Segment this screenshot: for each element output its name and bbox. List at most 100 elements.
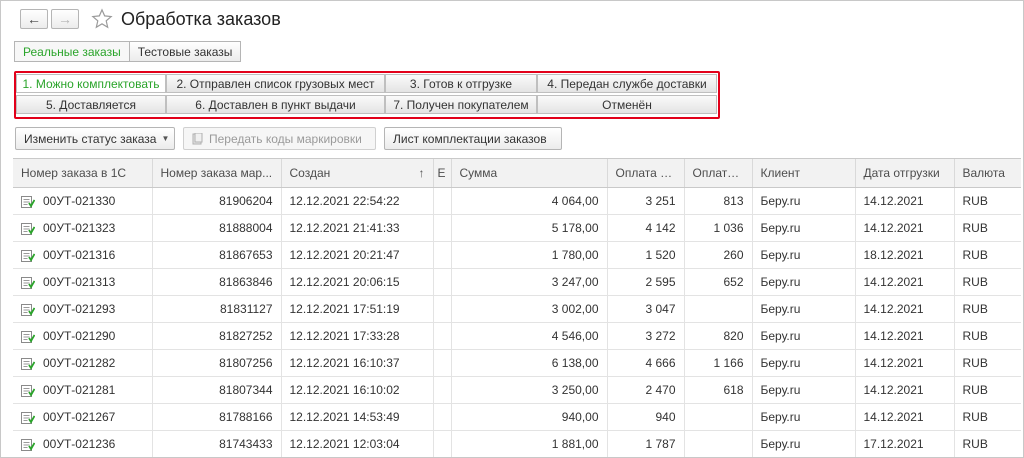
table-cell: 81827252: [152, 322, 282, 350]
cell-value: Беру.ru: [760, 356, 801, 370]
table-cell: Беру.ru: [752, 376, 856, 404]
table-row[interactable]: 00УТ-021313 81863846 12.12.2021 20:06:15 3 …: [13, 268, 1021, 296]
cell-value: 1 520: [645, 248, 676, 262]
document-posted-icon: [21, 276, 35, 289]
table-cell: 81831127: [152, 295, 282, 323]
column-header[interactable]: Дата отгрузки: [855, 159, 955, 188]
table-cell: 1 166: [684, 349, 753, 377]
status-filter-2[interactable]: 2. Отправлен список грузовых мест: [166, 74, 385, 93]
table-cell: 3 002,00: [451, 295, 608, 323]
cell-value: 12.12.2021 17:33:28: [289, 329, 400, 343]
table-cell: 12.12.2021 14:53:49: [281, 403, 434, 431]
column-header[interactable]: Валюта: [954, 159, 1021, 188]
cell-value: 81831127: [220, 302, 273, 316]
status-filter-cancelled[interactable]: Отменён: [537, 95, 717, 114]
cell-value: 00УТ-021267: [43, 410, 116, 424]
table-row[interactable]: 00УТ-021323 81888004 12.12.2021 21:41:33 5 …: [13, 214, 1021, 242]
cell-value: 1 787: [645, 437, 676, 451]
table-cell: 81906204: [152, 187, 282, 215]
cell-value: 1 780,00: [551, 248, 599, 262]
table-cell: RUB: [954, 187, 1021, 215]
table-cell: RUB: [954, 241, 1021, 269]
cell-value: 6 138,00: [551, 356, 599, 370]
cell-value: 2 595: [645, 275, 676, 289]
column-header[interactable]: Номер заказа мар...: [152, 159, 282, 188]
cell-value: 3 250,00: [551, 383, 599, 397]
table-cell: 14.12.2021: [855, 349, 955, 377]
tab-real-orders[interactable]: Реальные заказы: [14, 41, 130, 62]
table-cell: 81788166: [152, 403, 282, 431]
table-row[interactable]: 00УТ-021293 81831127 12.12.2021 17:51:19 3 …: [13, 295, 1021, 323]
star-icon[interactable]: [91, 8, 113, 30]
picking-list-button[interactable]: Лист комплектации заказов: [384, 127, 562, 150]
change-status-label: Изменить статус заказа: [24, 131, 157, 146]
orders-table-wrap: Номер заказа в 1С Номер заказа мар... Со…: [13, 158, 1021, 457]
table-cell: [433, 214, 452, 242]
column-header[interactable]: Сумма: [451, 159, 608, 188]
table-cell: 1 780,00: [451, 241, 608, 269]
table-cell: RUB: [954, 349, 1021, 377]
status-filter-7[interactable]: 7. Получен покупателем: [385, 95, 537, 114]
column-header[interactable]: Создан ↑: [281, 159, 434, 188]
tab-test-orders[interactable]: Тестовые заказы: [129, 41, 242, 62]
table-cell: [433, 349, 452, 377]
table-cell: 12.12.2021 12:03:04: [281, 430, 434, 457]
change-status-button[interactable]: Изменить статус заказа ▼: [15, 127, 175, 150]
table-cell: 3 251: [607, 187, 685, 215]
cell-value: 813: [723, 194, 744, 208]
back-button[interactable]: ←: [20, 9, 48, 29]
table-row[interactable]: 00УТ-021316 81867653 12.12.2021 20:21:47 1 …: [13, 241, 1021, 269]
cell-value: 4 142: [645, 221, 676, 235]
table-cell: 12.12.2021 17:51:19: [281, 295, 434, 323]
cell-value: 12.12.2021 21:41:33: [289, 221, 400, 235]
table-cell: 1 787: [607, 430, 685, 457]
cell-value: 12.12.2021 16:10:37: [289, 356, 400, 370]
table-cell: 260: [684, 241, 753, 269]
table-row[interactable]: 00УТ-021282 81807256 12.12.2021 16:10:37 6 …: [13, 349, 1021, 377]
table-cell: 81863846: [152, 268, 282, 296]
table-cell: 2 595: [607, 268, 685, 296]
cell-value: 3 047: [645, 302, 676, 316]
cell-value: RUB: [962, 437, 988, 451]
table-row[interactable]: 00УТ-021281 81807344 12.12.2021 16:10:02 3 …: [13, 376, 1021, 404]
status-filter-3[interactable]: 3. Готов к отгрузке: [385, 74, 537, 93]
table-cell: RUB: [954, 430, 1021, 457]
cell-value: 00УТ-021293: [43, 302, 116, 316]
table-row[interactable]: 00УТ-021236 81743433 12.12.2021 12:03:04 1 …: [13, 430, 1021, 457]
cell-value: 940,00: [561, 410, 599, 424]
cell-value: 12.12.2021 12:03:04: [289, 437, 400, 451]
table-cell: 14.12.2021: [855, 322, 955, 350]
table-cell: [433, 241, 452, 269]
status-filter-1[interactable]: 1. Можно комплектовать: [16, 74, 166, 93]
cell-value: Беру.ru: [760, 410, 801, 424]
forward-button[interactable]: →: [51, 9, 79, 29]
column-header[interactable]: Клиент: [752, 159, 856, 188]
table-cell: 00УТ-021330: [13, 187, 153, 215]
column-header[interactable]: Оплата п...: [607, 159, 685, 188]
transfer-codes-label: Передать коды маркировки: [209, 131, 362, 146]
document-posted-icon: [21, 438, 35, 451]
column-header-label: Создан: [289, 166, 331, 180]
column-header[interactable]: Номер заказа в 1С: [13, 159, 153, 188]
table-cell: 00УТ-021236: [13, 430, 153, 457]
table-row[interactable]: 00УТ-021330 81906204 12.12.2021 22:54:22 4 …: [13, 187, 1021, 215]
cell-value: 17.12.2021: [863, 437, 924, 451]
status-filter-6[interactable]: 6. Доставлен в пункт выдачи: [166, 95, 385, 114]
cell-value: Беру.ru: [760, 194, 801, 208]
status-filter-5[interactable]: 5. Доставляется: [16, 95, 166, 114]
table-cell: [433, 268, 452, 296]
table-cell: 12.12.2021 16:10:02: [281, 376, 434, 404]
cell-value: 14.12.2021: [863, 275, 924, 289]
cell-value: 14.12.2021: [863, 383, 924, 397]
document-posted-icon: [21, 249, 35, 262]
column-header[interactable]: Оплата ...: [684, 159, 753, 188]
cell-value: RUB: [962, 356, 988, 370]
transfer-codes-button[interactable]: Передать коды маркировки: [183, 127, 376, 150]
status-filter-4[interactable]: 4. Передан службе доставки: [537, 74, 717, 93]
column-header[interactable]: Е: [433, 159, 452, 188]
table-row[interactable]: 00УТ-021267 81788166 12.12.2021 14:53:49 94…: [13, 403, 1021, 431]
table-cell: [433, 430, 452, 457]
table-cell: 820: [684, 322, 753, 350]
cell-value: 81888004: [219, 221, 273, 235]
table-row[interactable]: 00УТ-021290 81827252 12.12.2021 17:33:28 4 …: [13, 322, 1021, 350]
